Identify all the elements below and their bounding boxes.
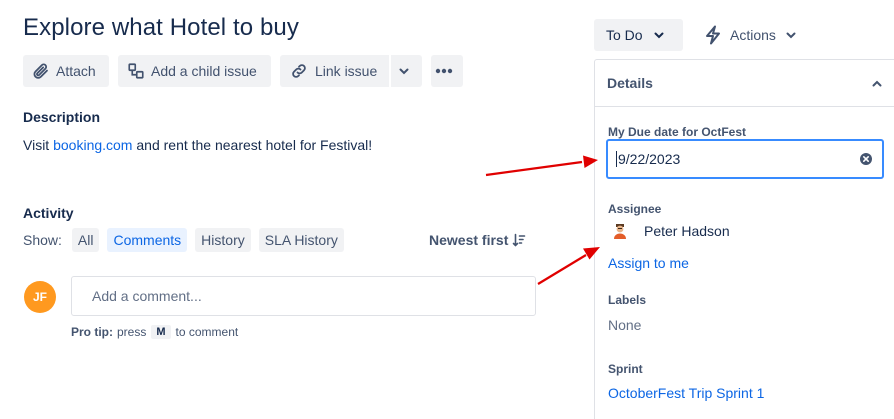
chevron-up-icon [872,80,882,87]
assignee-label: Assignee [608,202,662,216]
assignee-field[interactable]: Peter Hadson [612,223,730,239]
avatar: JF [24,281,56,313]
details-header[interactable]: Details [595,60,894,107]
details-heading: Details [607,75,653,91]
pro-tip: Pro tip: press M to comment [71,325,238,339]
link-issue-button[interactable]: Link issue [280,55,389,87]
chevron-down-icon [399,68,408,75]
activity-heading: Activity [23,205,74,221]
actions-button[interactable]: Actions [704,19,797,51]
description-heading: Description [23,109,101,125]
annotation-arrow-assignee [537,247,600,285]
sort-label: Newest first [429,232,509,248]
assign-to-me-link[interactable]: Assign to me [608,255,689,271]
annotation-arrow-due-date [485,155,598,177]
filter-sla-history[interactable]: SLA History [258,228,344,252]
booking-link[interactable]: booking.com [53,137,132,153]
lightning-icon [706,25,720,45]
sprint-label: Sprint [608,362,643,376]
clear-icon[interactable] [859,152,873,166]
link-icon [292,64,306,78]
status-label: To Do [606,27,643,43]
add-child-issue-label: Add a child issue [151,63,257,79]
paperclip-icon [33,63,48,79]
issue-toolbar: Attach Add a child issue Link issue [23,55,463,87]
link-issue-label: Link issue [315,63,378,79]
more-actions-button[interactable] [431,55,463,87]
activity-filter-row: Show: All Comments History SLA History [23,228,352,252]
pro-tip-after: to comment [175,325,239,339]
sprint-link[interactable]: OctoberFest Trip Sprint 1 [608,385,764,401]
chevron-down-icon [786,32,796,39]
pro-tip-before: press [117,325,147,339]
chevron-down-icon [654,32,664,39]
comment-input[interactable]: Add a comment... [71,276,536,316]
link-issue-dropdown-button[interactable] [391,55,422,87]
sort-order-button[interactable]: Newest first [429,228,526,252]
pro-tip-bold: Pro tip: [71,325,113,339]
due-date-input[interactable]: 9/22/2023 [606,139,884,179]
due-date-label: My Due date for OctFest [608,125,747,139]
description-text-after: and rent the nearest hotel for Festival! [132,137,373,153]
labels-label: Labels [608,293,647,307]
description-text[interactable]: Visit booking.com and rent the nearest h… [23,137,372,153]
sort-icon [513,233,526,247]
more-icon [435,68,453,74]
due-date-value: 9/22/2023 [618,151,681,167]
description-text-before: Visit [23,137,54,153]
actions-label: Actions [730,27,776,43]
details-panel: Details My Due date for OctFest 9/22/202… [594,59,894,419]
status-button[interactable]: To Do [594,19,683,51]
attach-button[interactable]: Attach [23,55,109,87]
filter-comments[interactable]: Comments [107,228,188,252]
show-label: Show: [23,232,62,248]
assignee-name: Peter Hadson [644,223,730,239]
add-child-issue-button[interactable]: Add a child issue [118,55,271,87]
pro-tip-key: M [151,325,171,339]
filter-history[interactable]: History [195,228,251,252]
attach-label: Attach [56,63,96,79]
filter-all[interactable]: All [71,228,100,252]
text-caret [616,151,617,167]
labels-value[interactable]: None [608,317,641,333]
child-issue-icon [128,63,144,79]
user-avatar-icon [614,224,626,239]
issue-title[interactable]: Explore what Hotel to buy [23,14,299,42]
